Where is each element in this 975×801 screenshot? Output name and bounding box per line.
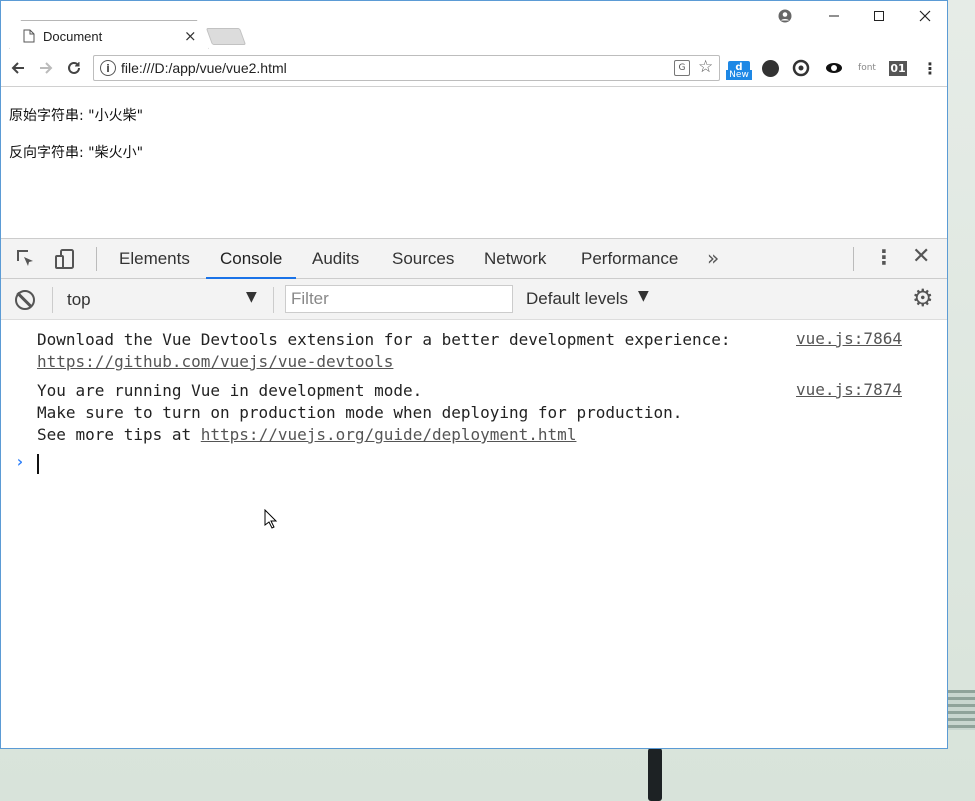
close-window-icon[interactable] — [910, 5, 940, 27]
log-levels-select[interactable]: Default levels — [526, 289, 628, 309]
binary-extension-icon[interactable]: 01 — [888, 57, 908, 79]
devtools-tab-bar: Elements Console Audits Sources Network … — [1, 239, 947, 279]
divider — [853, 247, 854, 271]
document-icon — [23, 29, 35, 43]
dropdown-arrow-icon[interactable]: ▼ — [246, 289, 257, 305]
translate-icon[interactable]: G — [674, 60, 690, 76]
tab-title: Document — [43, 28, 103, 44]
gear-icon[interactable]: ⚙ — [912, 284, 934, 312]
tab-console[interactable]: Console — [206, 239, 297, 279]
browser-window: Document × i file:///D:/app/vue/vue2.htm… — [0, 0, 948, 749]
clear-console-icon[interactable] — [15, 290, 35, 310]
device-toolbar-icon[interactable] — [55, 248, 77, 270]
tab-close-icon[interactable]: × — [184, 27, 197, 45]
console-message: You are running Vue in development mode.… — [37, 381, 683, 444]
desktop-object — [648, 748, 662, 801]
divider — [273, 287, 274, 313]
dropdown-arrow-icon[interactable]: ▼ — [638, 288, 649, 304]
back-arrow-icon[interactable] — [7, 57, 29, 79]
tab-network[interactable]: Network — [484, 239, 546, 279]
more-tabs-icon[interactable]: » — [707, 246, 719, 270]
browser-toolbar: i file:///D:/app/vue/vue2.html G ☆ d New… — [1, 49, 947, 87]
console-input-caret[interactable] — [37, 454, 39, 474]
info-icon[interactable]: i — [100, 60, 116, 76]
tab-content[interactable]: Document — [23, 23, 203, 49]
source-link[interactable]: vue.js:7864 — [796, 329, 902, 348]
deployment-link[interactable]: https://vuejs.org/guide/deployment.html — [201, 425, 577, 444]
bookmark-star-icon[interactable]: ☆ — [698, 57, 713, 77]
eye-icon[interactable] — [824, 57, 844, 79]
mouse-cursor-icon — [264, 509, 278, 529]
extension-new-icon[interactable]: d New — [726, 57, 752, 80]
divider — [52, 287, 53, 313]
reload-icon[interactable] — [63, 57, 85, 79]
reversed-string-text: 反向字符串: "柴火小" — [9, 145, 144, 161]
url-text[interactable]: file:///D:/app/vue/vue2.html — [121, 60, 287, 76]
original-string-text: 原始字符串: "小火柴" — [9, 108, 144, 124]
forward-arrow-icon[interactable] — [35, 57, 57, 79]
new-tab-button[interactable] — [205, 28, 247, 45]
console-filter-bar: top ▼ Default levels ▼ ⚙ — [1, 279, 947, 320]
profile-icon[interactable] — [770, 5, 800, 27]
divider — [96, 247, 97, 271]
page-content: 原始字符串: "小火柴" 反向字符串: "柴火小" — [1, 87, 947, 238]
context-select[interactable]: top — [67, 290, 91, 310]
filter-input[interactable] — [285, 285, 513, 313]
tab-performance[interactable]: Performance — [581, 239, 678, 279]
font-extension-icon[interactable]: font — [855, 57, 879, 79]
maximize-icon[interactable] — [864, 5, 894, 27]
console-output: Download the Vue Devtools extension for … — [1, 321, 947, 748]
browser-menu-icon[interactable]: ⋮ — [921, 57, 939, 79]
console-message: Download the Vue Devtools extension for … — [37, 330, 731, 371]
minimize-icon[interactable] — [819, 5, 849, 27]
console-prompt-icon: › — [15, 452, 25, 471]
inspect-element-icon[interactable] — [15, 248, 37, 270]
extension-refresh-icon[interactable] — [791, 57, 811, 79]
tab-elements[interactable]: Elements — [119, 239, 190, 279]
close-devtools-icon[interactable]: ✕ — [912, 244, 930, 269]
devtools-link[interactable]: https://github.com/vuejs/vue-devtools — [37, 352, 393, 371]
tab-audits[interactable]: Audits — [312, 239, 359, 279]
devtools-panel: Elements Console Audits Sources Network … — [1, 238, 947, 748]
source-link[interactable]: vue.js:7874 — [796, 380, 902, 399]
desktop-object — [948, 690, 975, 730]
title-bar: Document × — [1, 1, 947, 49]
extension-icon[interactable] — [760, 57, 780, 79]
tab-sources[interactable]: Sources — [392, 239, 454, 279]
address-bar[interactable]: i file:///D:/app/vue/vue2.html G ☆ — [93, 55, 720, 81]
devtools-menu-icon[interactable]: ⋮ — [874, 245, 894, 269]
